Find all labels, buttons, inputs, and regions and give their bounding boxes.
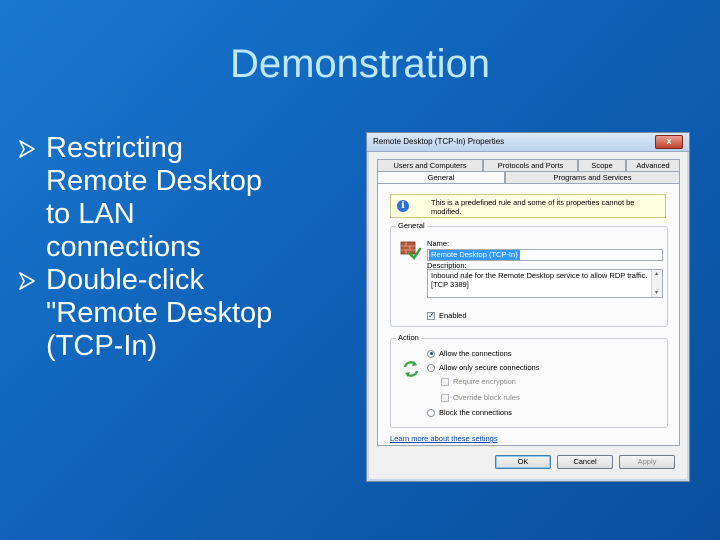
cancel-button[interactable]: Cancel	[557, 455, 613, 469]
info-icon: i	[397, 200, 409, 212]
properties-dialog: Remote Desktop (TCP-In) Properties x Use…	[366, 132, 690, 482]
bullet-item-restricting: Restricting Remote Desktop to LAN connec…	[18, 132, 348, 264]
slide-title: Demonstration	[229, 42, 491, 86]
bullet-line: to LAN	[46, 198, 135, 230]
bullet-line: (TCP-In)	[46, 330, 158, 362]
enabled-checkbox[interactable]	[427, 311, 435, 320]
allow-connections-radio[interactable]	[427, 349, 435, 358]
bullet-text: Double-click "Remote Desktop (TCP-In)	[46, 264, 348, 363]
allow-secure-label: Allow only secure connections	[439, 363, 540, 372]
notice-text: This is a predefined rule and some of it…	[431, 198, 635, 216]
bullet-line: Remote Desktop	[46, 165, 262, 197]
enabled-label: Enabled	[439, 311, 467, 320]
override-block-checkbox[interactable]	[441, 393, 449, 402]
name-field[interactable]: Remote Desktop (TCP-In)	[427, 249, 663, 261]
tab-advanced[interactable]: Advanced	[626, 159, 680, 171]
predefined-rule-notice: i This is a predefined rule and some of …	[390, 194, 666, 218]
dialog-title: Remote Desktop (TCP-In) Properties	[373, 137, 505, 146]
tab-row-upper: Users and Computers Protocols and Ports …	[377, 159, 680, 171]
tab-protocols-and-ports[interactable]: Protocols and Ports	[483, 159, 578, 171]
allow-secure-radio[interactable]	[427, 363, 435, 372]
bullet-line: Restricting	[46, 132, 183, 164]
ok-button[interactable]: OK	[495, 455, 551, 469]
bullet-list: Restricting Remote Desktop to LAN connec…	[18, 132, 348, 363]
apply-button[interactable]: Apply	[619, 455, 675, 469]
general-group: General Name: Remote Desktop (TCP-In) De…	[390, 221, 668, 327]
scroll-down-icon[interactable]: ▼	[654, 290, 659, 296]
close-button[interactable]: x	[655, 135, 683, 149]
allow-connections-option[interactable]: Allow the connections	[427, 349, 512, 358]
tab-scope[interactable]: Scope	[578, 159, 626, 171]
bullet-text: Restricting Remote Desktop to LAN connec…	[46, 132, 348, 264]
bullet-line: connections	[46, 231, 201, 263]
learn-more-link[interactable]: Learn more about these settings	[390, 434, 498, 443]
tab-row-lower: General Programs and Services	[377, 171, 680, 184]
override-block-label: Override block rules	[453, 393, 520, 402]
scroll-up-icon[interactable]: ▲	[654, 271, 659, 277]
bullet-line: Double-click	[46, 264, 204, 296]
bullet-line: "Remote Desktop	[46, 297, 273, 329]
name-value: Remote Desktop (TCP-In)	[429, 250, 520, 260]
firewall-rule-icon	[400, 241, 421, 260]
group-title: Action	[396, 333, 421, 342]
block-connections-option[interactable]: Block the connections	[427, 408, 512, 417]
require-encryption-checkbox[interactable]	[441, 377, 449, 386]
block-connections-radio[interactable]	[427, 408, 435, 417]
enabled-checkbox-row[interactable]: Enabled	[427, 311, 467, 320]
recycle-arrows-icon	[403, 361, 419, 377]
description-scrollbar[interactable]: ▲ ▼	[651, 270, 662, 297]
arrow-bullet-icon	[18, 132, 46, 159]
allow-secure-option[interactable]: Allow only secure connections	[427, 363, 539, 372]
dialog-titlebar[interactable]: Remote Desktop (TCP-In) Properties x	[367, 133, 689, 152]
action-group: Action Allow the connections Allow only …	[390, 333, 668, 428]
allow-connections-label: Allow the connections	[439, 349, 512, 358]
description-value: Inbound rule for the Remote Desktop serv…	[431, 271, 648, 289]
description-field[interactable]: Inbound rule for the Remote Desktop serv…	[427, 269, 663, 298]
require-encryption-option[interactable]: Require encryption	[441, 377, 516, 386]
group-title: General	[396, 221, 427, 230]
tab-programs-and-services[interactable]: Programs and Services	[505, 171, 680, 183]
require-encryption-label: Require encryption	[453, 377, 516, 386]
name-label: Name:	[427, 239, 450, 248]
arrow-bullet-icon	[18, 264, 46, 291]
override-block-option[interactable]: Override block rules	[441, 393, 520, 402]
general-tab-panel: i This is a predefined rule and some of …	[377, 183, 680, 446]
block-connections-label: Block the connections	[439, 408, 512, 417]
bullet-item-double-click: Double-click "Remote Desktop (TCP-In)	[18, 264, 348, 363]
tab-users-and-computers[interactable]: Users and Computers	[377, 159, 483, 171]
